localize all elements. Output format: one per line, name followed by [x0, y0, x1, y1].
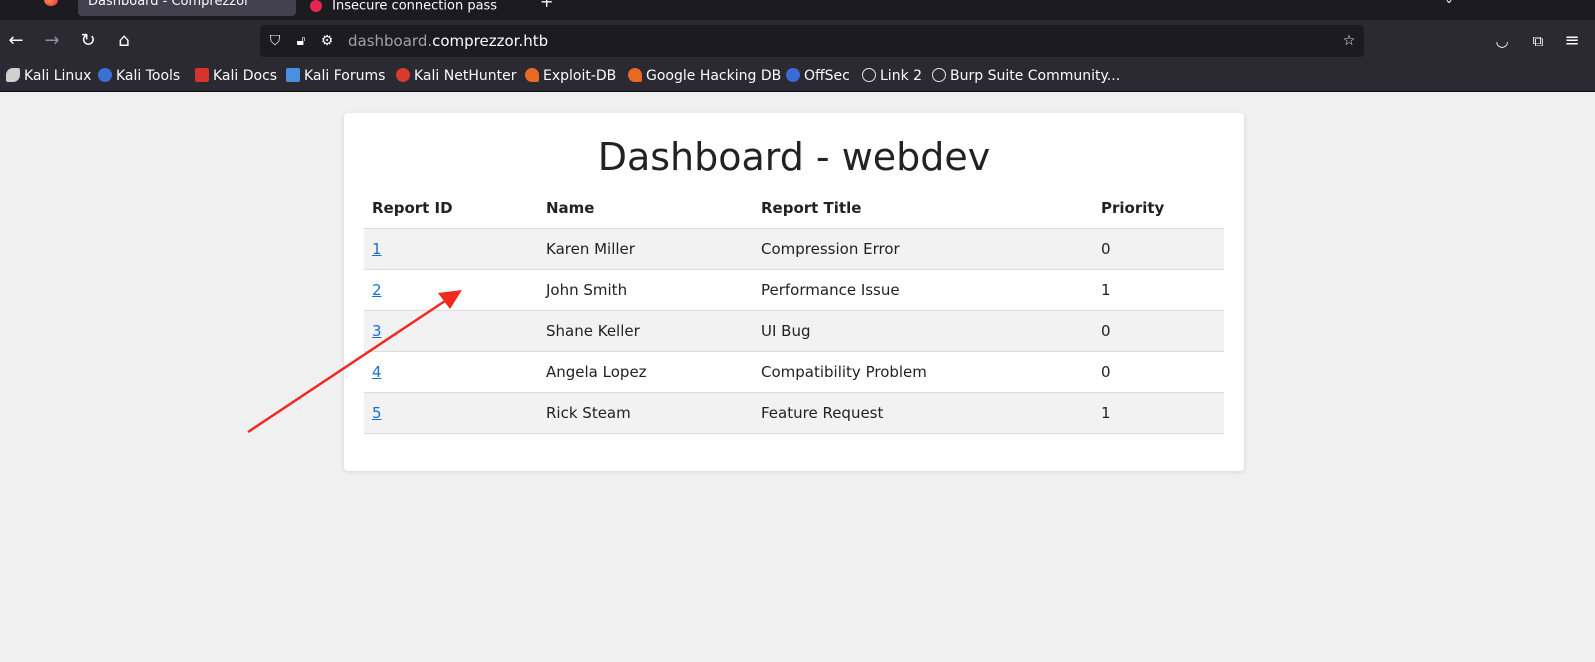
report-id-cell: 3 [364, 309, 538, 351]
table-row: 2 John Smith Performance Issue 1 [364, 268, 1224, 310]
report-link[interactable]: 4 [372, 363, 382, 381]
insecure-lock-icon[interactable]: 🔓︎ [292, 32, 310, 50]
list-tabs-icon[interactable]: ⌄ [1444, 0, 1454, 6]
table-row: 4 Angela Lopez Compatibility Problem 0 [364, 350, 1224, 392]
bookmark-star-icon[interactable]: ☆ [1340, 32, 1358, 50]
bookmark-kali-tools[interactable]: Kali Tools [98, 68, 180, 84]
extensions-icon[interactable]: ⧉ [1526, 29, 1550, 53]
report-title-cell: UI Bug [753, 309, 1093, 351]
table-row: 5 Rick Steam Feature Request 1 [364, 391, 1224, 434]
report-title-cell: Compatibility Problem [753, 350, 1093, 392]
name-cell: Shane Keller [538, 309, 753, 351]
bookmark-link-2[interactable]: Link 2 [862, 68, 922, 84]
bookmark-burp-suite[interactable]: Burp Suite Community... [932, 68, 1120, 84]
firefox-warning-icon [310, 0, 322, 12]
report-id-cell: 1 [364, 227, 538, 269]
globe-icon [932, 68, 946, 82]
priority-cell: 0 [1093, 309, 1224, 351]
dashboard-card: Dashboard - webdev Report ID Name Report… [344, 113, 1244, 471]
column-header-report-title: Report Title [761, 199, 862, 218]
report-link[interactable]: 3 [372, 322, 382, 340]
bookmark-offsec[interactable]: OffSec [786, 68, 850, 84]
report-title-cell: Performance Issue [753, 268, 1093, 310]
kali-docs-icon [195, 68, 209, 82]
firefox-icon[interactable] [44, 0, 58, 6]
tab-bar: Dashboard - Comprezzor ✕ Insecure connec… [0, 0, 1595, 20]
report-title-cell: Compression Error [753, 227, 1093, 269]
address-bar[interactable]: ⛉ 🔓︎ ⚙ dashboard.comprezzor.htb ☆ [260, 25, 1364, 57]
column-header-name: Name [546, 199, 595, 218]
ghdb-icon [628, 68, 642, 82]
priority-cell: 0 [1093, 227, 1224, 269]
priority-cell: 0 [1093, 350, 1224, 392]
name-cell: Angela Lopez [538, 350, 753, 392]
table-header-row: Report ID Name Report Title Priority [364, 189, 1224, 228]
report-title-cell: Feature Request [753, 391, 1093, 434]
menu-icon[interactable]: ≡ [1560, 29, 1584, 53]
priority-cell: 1 [1093, 391, 1224, 434]
exploit-db-icon [525, 68, 539, 82]
permissions-icon[interactable]: ⚙ [318, 32, 336, 50]
globe-icon [862, 68, 876, 82]
report-link[interactable]: 5 [372, 404, 382, 422]
kali-forums-icon [286, 68, 300, 82]
column-header-report-id: Report ID [372, 199, 453, 218]
tab-title: Insecure connection pass [332, 0, 498, 14]
offsec-icon [786, 68, 800, 82]
pocket-icon[interactable]: ◡ [1490, 29, 1514, 53]
bookmark-kali-docs[interactable]: Kali Docs [195, 68, 277, 84]
tab-dashboard[interactable]: Dashboard - Comprezzor ✕ [78, 0, 296, 16]
name-cell: John Smith [538, 268, 753, 310]
bookmark-exploit-db[interactable]: Exploit-DB [525, 68, 616, 84]
report-id-cell: 5 [364, 391, 538, 434]
home-icon[interactable]: ⌂ [112, 29, 136, 53]
reload-icon[interactable]: ↻ [76, 29, 100, 53]
name-cell: Karen Miller [538, 227, 753, 269]
report-id-cell: 4 [364, 350, 538, 392]
kali-tools-icon [98, 68, 112, 82]
kali-dragon-icon [6, 68, 20, 82]
report-id-cell: 2 [364, 268, 538, 310]
forward-icon[interactable]: → [40, 29, 64, 53]
report-link[interactable]: 1 [372, 240, 382, 258]
bookmark-kali-nethunter[interactable]: Kali NetHunter [396, 68, 516, 84]
page-title: Dashboard - webdev [597, 135, 991, 179]
table-row: 3 Shane Keller UI Bug 0 [364, 309, 1224, 351]
reports-table: Report ID Name Report Title Priority 1 K… [364, 189, 1224, 434]
name-cell: Rick Steam [538, 391, 753, 434]
bookmark-kali-forums[interactable]: Kali Forums [286, 68, 385, 84]
tab-insecure-connection[interactable]: Insecure connection pass [300, 0, 500, 16]
navigation-toolbar: ← → ↻ ⌂ ⛉ 🔓︎ ⚙ dashboard.comprezzor.htb … [0, 20, 1595, 62]
nethunter-icon [396, 68, 410, 82]
report-link[interactable]: 2 [372, 281, 382, 299]
back-icon[interactable]: ← [4, 29, 28, 53]
priority-cell: 1 [1093, 268, 1224, 310]
bookmark-kali-linux[interactable]: Kali Linux [6, 68, 91, 84]
bookmarks-toolbar: Kali Linux Kali Tools Kali Docs Kali For… [0, 62, 1595, 92]
new-tab-icon[interactable]: + [540, 0, 553, 11]
url-text[interactable]: dashboard.comprezzor.htb [348, 32, 548, 50]
shield-icon[interactable]: ⛉ [266, 32, 284, 50]
column-header-priority: Priority [1101, 199, 1165, 218]
bookmark-google-hacking-db[interactable]: Google Hacking DB [628, 68, 781, 84]
table-row: 1 Karen Miller Compression Error 0 [364, 227, 1224, 269]
tab-title: Dashboard - Comprezzor [88, 0, 250, 9]
